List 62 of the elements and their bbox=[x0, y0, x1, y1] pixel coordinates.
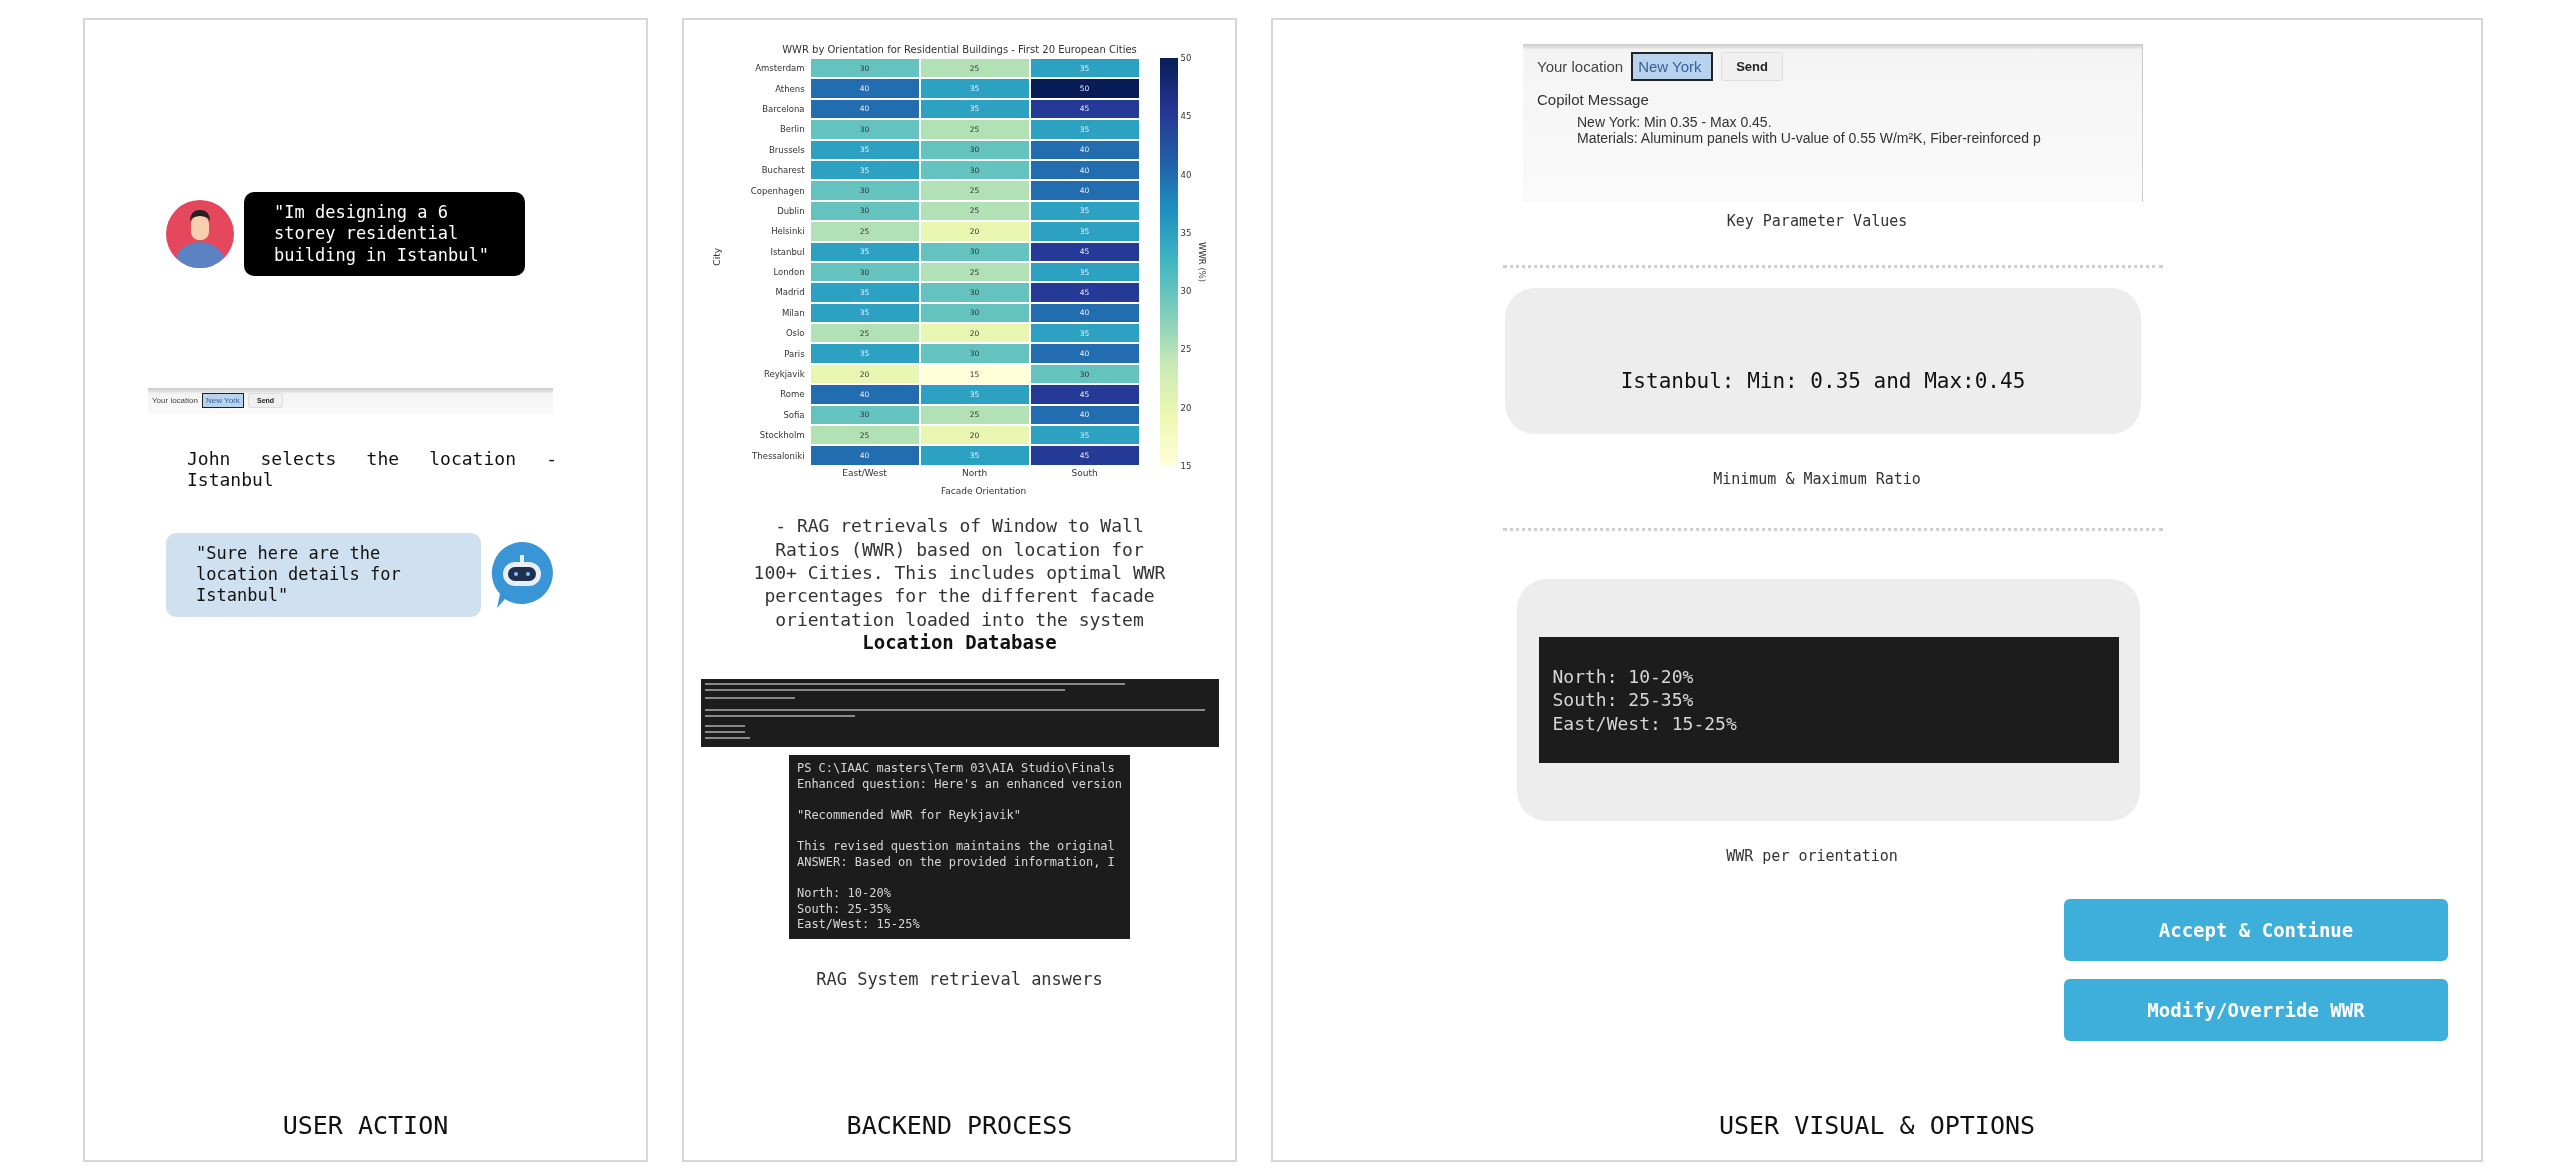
colorbar-tick: 15 bbox=[1180, 460, 1192, 471]
city-label: Paris bbox=[783, 348, 806, 359]
location-input[interactable]: New York bbox=[1631, 52, 1714, 81]
description-text: - RAG retrievals of Window to Wall Ratios (WWR) based on location for 100+ Cities. This includes optimal WWR percentages for the different facade orientation loaded into the system bbox=[752, 514, 1167, 632]
axis-label: City bbox=[711, 248, 722, 266]
location-label: Your location bbox=[1537, 58, 1624, 75]
city-label: Reykjavik bbox=[763, 369, 806, 380]
panel-title: BACKEND PROCESS bbox=[845, 1111, 1074, 1140]
column-label: North bbox=[961, 466, 989, 480]
copilot-message-line: New York: Min 0.35 - Max 0.45. bbox=[1577, 114, 1773, 130]
city-label: Berlin bbox=[778, 124, 806, 135]
city-label: Bucharest bbox=[760, 165, 806, 176]
heatmap-title: WWR by Orientation for Residential Buildings - First 20 European Cities bbox=[782, 44, 1137, 55]
city-label: Thessaloniki bbox=[751, 450, 806, 461]
panel-title: USER VISUAL & OPTIONS bbox=[1717, 1111, 2037, 1140]
ratio-text: Istanbul: Min: 0.35 and Max:0.45 bbox=[1620, 369, 2026, 393]
action-button[interactable]: Accept & Continue bbox=[2064, 899, 2448, 961]
location-input[interactable]: New York bbox=[201, 392, 244, 408]
section-caption: RAG System retrieval answers bbox=[815, 968, 1104, 989]
terminal-output: North: 10-20% South: 25-35% East/West: 15-25% bbox=[1538, 637, 2119, 763]
copilot-message-title: Copilot Message bbox=[1537, 91, 1649, 108]
city-label: Barcelona bbox=[761, 103, 806, 114]
city-label: Rome bbox=[779, 389, 806, 400]
city-label: Istanbul bbox=[769, 246, 806, 257]
city-label: Helsinki bbox=[770, 226, 806, 237]
robot-chat-icon bbox=[491, 541, 553, 608]
section-caption: Key Parameter Values bbox=[1725, 212, 1909, 230]
colorbar-tick: 40 bbox=[1180, 169, 1192, 180]
city-label: Oslo bbox=[784, 328, 806, 339]
city-label: Madrid bbox=[774, 287, 806, 298]
copilot-message-line: Materials: Aluminum panels with U-value of 0.55 W/m²K, Fiber-reinforced p bbox=[1577, 130, 2041, 146]
colorbar-tick: 35 bbox=[1180, 227, 1192, 238]
colorbar-tick: 25 bbox=[1180, 344, 1192, 355]
city-label: London bbox=[772, 267, 806, 278]
panel-title: USER ACTION bbox=[281, 1111, 450, 1140]
city-label: Copenhagen bbox=[749, 185, 806, 196]
city-label: Athens bbox=[774, 83, 806, 94]
user-message-bubble: "Im designing a 6 storey residential building in Istanbul" bbox=[244, 192, 525, 276]
city-label: Brussels bbox=[768, 144, 806, 155]
city-label: Milan bbox=[780, 307, 806, 318]
colorbar-tick: 30 bbox=[1180, 286, 1192, 297]
colorbar-label: WWR (%) bbox=[1197, 241, 1208, 283]
colorbar-tick: 20 bbox=[1180, 402, 1192, 413]
city-label: Amsterdam bbox=[754, 63, 806, 74]
section-caption: WWR per orientation bbox=[1725, 847, 1899, 865]
terminal-output: PS C:\IAAC masters\Term 03\AIA Studio\Finals Enhanced question: Here's an enhanced version "Recommended WWR for Reykjavik" This revised question maintains the original ANSWER: Based on the provided information, I North: 10-20% South: 25-35% East/West: 15-25% bbox=[788, 755, 1131, 939]
section-caption: Minimum & Maximum Ratio bbox=[1712, 470, 1922, 488]
section-heading: Location Database bbox=[861, 631, 1058, 654]
user-avatar-icon bbox=[166, 199, 234, 268]
colorbar-tick: 50 bbox=[1180, 53, 1192, 63]
axis-label: Facade Orientation bbox=[939, 486, 1028, 497]
colorbar-tick: 45 bbox=[1180, 111, 1192, 122]
city-label: Stockholm bbox=[758, 430, 806, 441]
city-label: Sofia bbox=[782, 409, 806, 420]
step-description: John selects the location - Istanbul bbox=[187, 447, 557, 491]
city-label: Dublin bbox=[776, 205, 806, 216]
send-button[interactable]: Send bbox=[1721, 52, 1783, 81]
bot-message-bubble: "Sure here are the location details for Istanbul" bbox=[166, 532, 481, 617]
location-label: Your location bbox=[152, 395, 198, 405]
column-label: East/West bbox=[841, 466, 888, 480]
column-label: South bbox=[1070, 466, 1099, 480]
action-button[interactable]: Modify/Override WWR bbox=[2064, 979, 2448, 1041]
